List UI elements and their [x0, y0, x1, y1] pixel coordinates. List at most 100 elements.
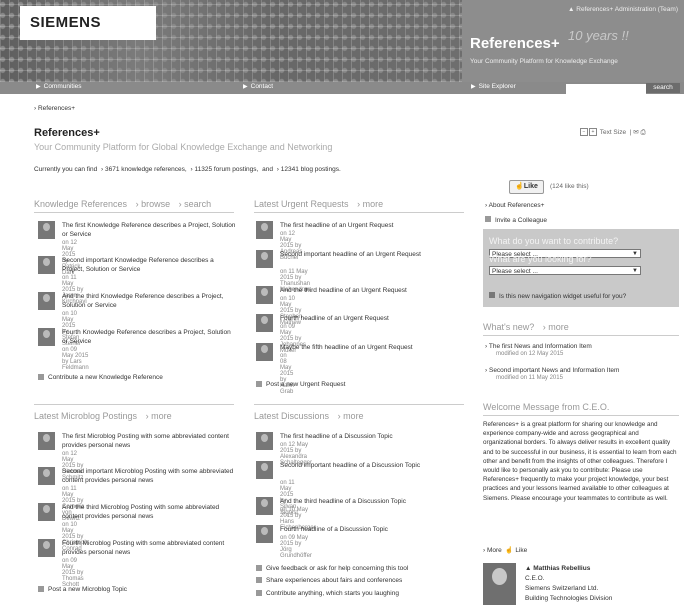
ceo-more-link[interactable]: More [487, 547, 502, 554]
breadcrumb-label: References+ [37, 105, 76, 112]
knowledge-search-link[interactable]: › search [179, 199, 212, 209]
item-meta: on 09 May 2015 by Jörg Grundhöffer [280, 535, 312, 559]
item-title[interactable]: Second important headline of an Urgent R… [280, 250, 455, 259]
knowledge-browse-link[interactable]: › browse [136, 199, 171, 209]
news-date: modified on 11 May 2015 [496, 375, 563, 381]
item-title[interactable]: Fourth Microblog Posting with some abbre… [62, 539, 237, 557]
divider [254, 404, 464, 405]
urgent-more-label: more [362, 199, 384, 209]
search-input[interactable] [566, 84, 646, 94]
news-item[interactable]: › Second important News and Information … [485, 366, 665, 375]
invite-label: Invite a Colleague [495, 217, 548, 224]
microblog-more-link[interactable]: › more [146, 411, 172, 421]
share-experiences-link[interactable]: Share experiences about fairs and confer… [256, 577, 402, 584]
contribute-anything-link[interactable]: Contribute anything, which starts you la… [256, 590, 399, 597]
news-item[interactable]: › The first News and Information Item [485, 342, 665, 351]
item-title[interactable]: And the third Knowledge Reference descri… [62, 292, 237, 310]
ceo-actions: › More ☝ Like [483, 547, 528, 554]
ceo-avatar [483, 563, 516, 605]
nav-site-explorer[interactable]: ▶ Site Explorer [471, 83, 516, 90]
chevron-right-icon: ▶ [243, 84, 248, 90]
divider [254, 212, 464, 213]
knowledge-heading: Knowledge References › browse › search [34, 199, 211, 209]
item-title[interactable]: And the third headline of a Discussion T… [280, 497, 455, 506]
ceo-heading: Welcome Message from C.E.O. [483, 402, 610, 412]
ceo-like-link[interactable]: Like [515, 547, 527, 554]
about-link[interactable]: › About References+ [485, 202, 544, 209]
nav-contact[interactable]: ▶ Contact [243, 83, 273, 90]
invite-link[interactable]: Invite a Colleague [485, 216, 547, 224]
item-title[interactable]: Fourth headline of an Urgent Request [280, 314, 455, 323]
stats-and: and [262, 166, 273, 173]
item-title[interactable]: The first headline of an Urgent Request [280, 221, 455, 230]
breadcrumb[interactable]: › References+ [34, 105, 75, 112]
item-title[interactable]: Second important headline of a Discussio… [280, 461, 455, 470]
item-title[interactable]: The first Knowledge Reference describes … [62, 221, 237, 239]
stats-blog-link[interactable]: 12341 blog postings. [281, 166, 341, 173]
contribute-knowledge-link[interactable]: Contribute a new Knowledge Reference [38, 374, 163, 381]
search-button[interactable]: search [646, 83, 680, 93]
brand-title: References+ [470, 35, 560, 52]
useful-feedback-link[interactable]: Is this new navigation widget useful for… [489, 292, 626, 300]
thumbs-up-icon: ☝ [505, 547, 514, 554]
ceo-role: C.E.O. [525, 575, 545, 582]
chevron-down-icon: ▼ [632, 268, 638, 274]
ceo-name[interactable]: ▲ Matthias Rebellius [525, 565, 590, 572]
ceo-name-label: Matthias Rebellius [533, 565, 591, 572]
text-larger-icon[interactable]: + [589, 128, 597, 137]
discussions-heading-label: Latest Discussions [254, 411, 330, 421]
contribute-anything-label: Contribute anything, which starts you la… [266, 590, 399, 597]
ceo-message: References+ is a great platform for shar… [483, 421, 677, 502]
like-label: Like [523, 183, 538, 190]
contribute-question: What do you want to contribute? [489, 236, 619, 246]
admin-link[interactable]: ▲ References+ Administration (Team) [568, 6, 678, 13]
bullet-icon [38, 374, 44, 381]
email-icon[interactable]: ✉ [633, 129, 638, 136]
avatar [38, 432, 55, 450]
post-microblog-label: Post a new Microblog Topic [48, 586, 128, 593]
bullet-icon [256, 381, 262, 388]
avatar [38, 221, 55, 239]
text-size-label: Text Size [599, 129, 627, 136]
logo-box[interactable]: SIEMENS [20, 6, 156, 40]
stats-forum-link[interactable]: 11325 forum postings, [194, 166, 258, 173]
chevron-right-icon: ▶ [471, 84, 476, 90]
header-banner: SIEMENS ▲ References+ Administration (Te… [0, 0, 684, 82]
text-smaller-icon[interactable]: − [580, 128, 588, 137]
looking-select[interactable]: Please select ... ▼ [489, 266, 641, 275]
like-button[interactable]: ☝Like [509, 180, 544, 194]
feedback-link[interactable]: Give feedback or ask for help concerning… [256, 565, 408, 572]
whats-new-more-link[interactable]: › more [543, 322, 569, 332]
user-icon: ▲ [525, 565, 532, 572]
discussions-more-label: more [343, 411, 364, 421]
stats-knowledge-link[interactable]: 3671 knowledge references, [105, 166, 187, 173]
divider [34, 404, 234, 405]
item-title[interactable]: Second important Knowledge Reference des… [62, 256, 237, 274]
admin-link-label: References+ Administration (Team) [576, 6, 678, 13]
item-title[interactable]: The first headline of a Discussion Topic [280, 432, 455, 441]
urgent-more-link[interactable]: › more [357, 199, 383, 209]
item-title[interactable]: Second important Microblog Posting with … [62, 467, 237, 485]
divider [483, 335, 679, 336]
post-urgent-link[interactable]: Post a new Urgent Request [256, 381, 346, 388]
siemens-logo: SIEMENS [30, 14, 102, 31]
item-title[interactable]: And the third headline of an Urgent Requ… [280, 286, 455, 295]
microblog-heading: Latest Microblog Postings › more [34, 411, 172, 421]
looking-select-value: Please select ... [492, 268, 538, 275]
discussions-more-link[interactable]: › more [338, 411, 364, 421]
item-title[interactable]: Fourth headline of a Discussion Topic [280, 525, 455, 534]
print-icon[interactable]: ⎙ [640, 129, 645, 136]
item-title[interactable]: Maybe the fifth headline of an Urgent Re… [280, 343, 455, 352]
chevron-right-icon: ▶ [36, 84, 41, 90]
item-title[interactable]: And the third Microblog Posting with som… [62, 503, 237, 521]
item-title[interactable]: The first Microblog Posting with some ab… [62, 432, 237, 450]
discussions-heading: Latest Discussions › more [254, 411, 364, 421]
item-title[interactable]: Fourth Knowledge Reference describes a P… [62, 328, 237, 346]
ceo-company: Siemens Switzerland Ltd. [525, 585, 599, 592]
avatar [38, 292, 55, 310]
avatar [38, 328, 55, 346]
bullet-icon [38, 586, 44, 593]
post-microblog-link[interactable]: Post a new Microblog Topic [38, 586, 127, 593]
nav-communities[interactable]: ▶ Communities [36, 83, 82, 90]
brand-panel: ▲ References+ Administration (Team) 10 y… [462, 0, 684, 82]
